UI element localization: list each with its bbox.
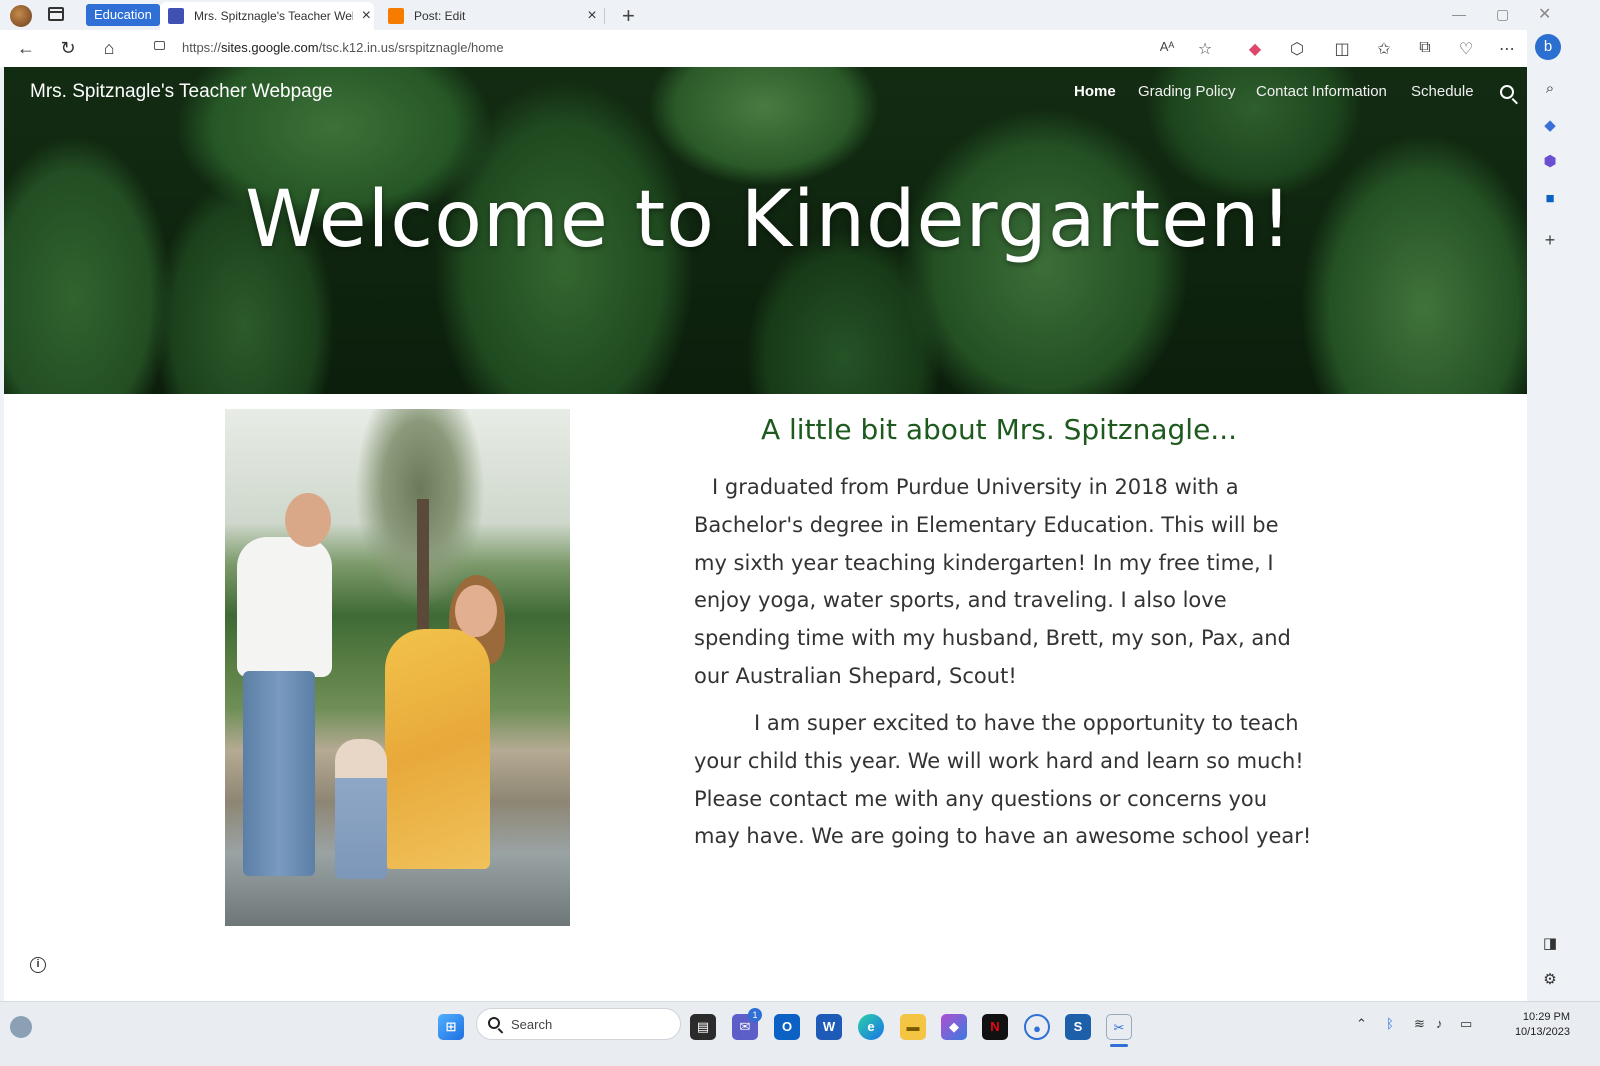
close-window-icon[interactable]: ✕ (1538, 4, 1551, 24)
address-bar-row: ← ↻ ⌂ https://sites.google.com/tsc.k12.i… (0, 30, 1600, 67)
photo-tree-trunk (417, 499, 429, 649)
family-photo (225, 409, 570, 926)
refresh-icon[interactable]: ↻ (57, 38, 79, 59)
about-paragraph-2: I am super excited to have the opportuni… (694, 711, 1312, 849)
collections-icon[interactable]: ⧉ (1414, 39, 1436, 57)
nav-home[interactable]: Home (1074, 83, 1116, 100)
tab-teacher-webpage[interactable]: Mrs. Spitznagle's Teacher Webpa × (160, 2, 374, 30)
taskbar-clock[interactable]: 10:29 PM 10/13/2023 (1480, 1010, 1570, 1040)
edge-sidebar: b ⌕ ◆ ⬢ ■ + ◨ ⚙ (1527, 30, 1600, 1018)
tab-actions-icon[interactable] (48, 7, 64, 21)
close-tab-icon[interactable]: × (584, 7, 600, 25)
taskbar-search-box[interactable]: Search (476, 1008, 681, 1040)
netflix-icon[interactable]: N (982, 1014, 1008, 1040)
sidebar-shopping-icon[interactable]: ◆ (1539, 116, 1561, 134)
extension-red-icon[interactable]: ◆ (1244, 39, 1266, 59)
about-paragraph-1: I graduated from Purdue University in 20… (694, 475, 1291, 688)
browser-essentials-icon[interactable]: ♡ (1455, 39, 1477, 59)
site-search-icon[interactable] (1500, 85, 1514, 99)
sidebar-outlook-icon[interactable]: ■ (1539, 190, 1561, 207)
chrome-like-app-icon[interactable]: ● (1024, 1014, 1050, 1040)
windows-taskbar: ⊞ Search ▤ ✉ 1 O W e ▬ ◆ N ● S ✂ ⌃ ᛒ ≋ ♪… (0, 1001, 1600, 1066)
google-sites-icon (168, 8, 184, 24)
split-screen-icon[interactable]: ◫ (1331, 39, 1353, 59)
photo-child (335, 739, 387, 879)
hero-heading: Welcome to Kindergarten! (245, 175, 1293, 265)
app-s-icon[interactable]: S (1065, 1014, 1091, 1040)
nav-contact-information[interactable]: Contact Information (1256, 83, 1387, 100)
outlook-icon[interactable]: O (774, 1014, 800, 1040)
sidebar-settings-icon[interactable]: ⚙ (1539, 970, 1561, 988)
favorite-star-icon[interactable]: ☆ (1194, 39, 1216, 59)
snipping-tool-icon[interactable]: ✂ (1106, 1014, 1132, 1040)
weather-widget-icon[interactable] (10, 1016, 32, 1038)
bing-copilot-icon[interactable]: b (1535, 34, 1561, 60)
more-menu-icon[interactable]: ⋯ (1496, 39, 1518, 59)
photo-man-jeans (243, 671, 315, 876)
tab-label: Post: Edit (414, 9, 466, 23)
hero-banner: Mrs. Spitznagle's Teacher Webpage Home G… (4, 67, 1560, 394)
url-text[interactable]: https://sites.google.com/tsc.k12.in.us/s… (182, 40, 504, 55)
new-tab-icon[interactable]: + (622, 3, 635, 29)
windows-start-icon[interactable]: ⊞ (438, 1014, 464, 1040)
blogger-icon (388, 8, 404, 24)
battery-icon[interactable]: ▭ (1460, 1016, 1472, 1032)
tab-post-edit[interactable]: Post: Edit × (380, 2, 600, 30)
workspace-button[interactable]: Education (86, 4, 160, 26)
sidebar-hide-icon[interactable]: ◨ (1539, 934, 1561, 952)
wifi-icon[interactable]: ≋ (1414, 1016, 1425, 1032)
volume-icon[interactable]: ♪ (1436, 1016, 1443, 1031)
photo-man-head (285, 493, 331, 547)
tab-label: Mrs. Spitznagle's Teacher Webpa (194, 9, 353, 23)
taskbar-search-label: Search (511, 1017, 553, 1032)
back-arrow-icon[interactable]: ← (15, 38, 37, 59)
clock-time: 10:29 PM (1522, 1011, 1570, 1023)
photo-man-shirt (237, 537, 332, 677)
task-view-icon[interactable]: ▤ (690, 1014, 716, 1040)
read-aloud-icon[interactable]: Aᴬ (1156, 39, 1178, 54)
page-viewport: Mrs. Spitznagle's Teacher Webpage Home G… (4, 67, 1560, 1018)
sidebar-office-icon[interactable]: ⬢ (1539, 152, 1561, 170)
favorites-icon[interactable]: ✩ (1373, 39, 1395, 59)
browser-tab-bar: Education Mrs. Spitznagle's Teacher Webp… (0, 0, 1600, 30)
address-bar[interactable]: https://sites.google.com/tsc.k12.in.us/s… (140, 33, 1240, 64)
maximize-icon[interactable]: ▢ (1496, 6, 1509, 23)
tab-divider (604, 8, 605, 24)
nav-grading-policy[interactable]: Grading Policy (1138, 83, 1236, 100)
show-hidden-icons[interactable]: ⌃ (1356, 1016, 1367, 1032)
sidebar-search-icon[interactable]: ⌕ (1539, 80, 1561, 97)
photo-woman-dress (385, 629, 490, 869)
search-icon (488, 1017, 500, 1029)
lock-icon (154, 41, 165, 50)
extensions-icon[interactable]: ⬡ (1286, 39, 1308, 59)
sidebar-add-icon[interactable]: + (1539, 230, 1561, 251)
active-app-indicator (1110, 1044, 1128, 1047)
file-explorer-icon[interactable]: ▬ (900, 1014, 926, 1040)
edge-icon[interactable]: e (858, 1014, 884, 1040)
bluetooth-icon[interactable]: ᛒ (1386, 1016, 1394, 1031)
clock-date: 10/13/2023 (1514, 1026, 1570, 1038)
profile-avatar[interactable] (10, 5, 32, 27)
info-icon[interactable]: i (30, 957, 46, 973)
nav-schedule[interactable]: Schedule (1411, 83, 1474, 100)
photo-woman-head (455, 585, 497, 637)
home-icon[interactable]: ⌂ (98, 38, 120, 59)
about-heading: A little bit about Mrs. Spitznagle... (760, 413, 1238, 446)
word-icon[interactable]: W (816, 1014, 842, 1040)
site-title[interactable]: Mrs. Spitznagle's Teacher Webpage (30, 81, 333, 103)
copilot-app-icon[interactable]: ◆ (941, 1014, 967, 1040)
close-tab-icon[interactable]: × (359, 7, 374, 25)
teams-badge: 1 (748, 1008, 762, 1022)
minimize-icon[interactable]: — (1452, 6, 1466, 22)
